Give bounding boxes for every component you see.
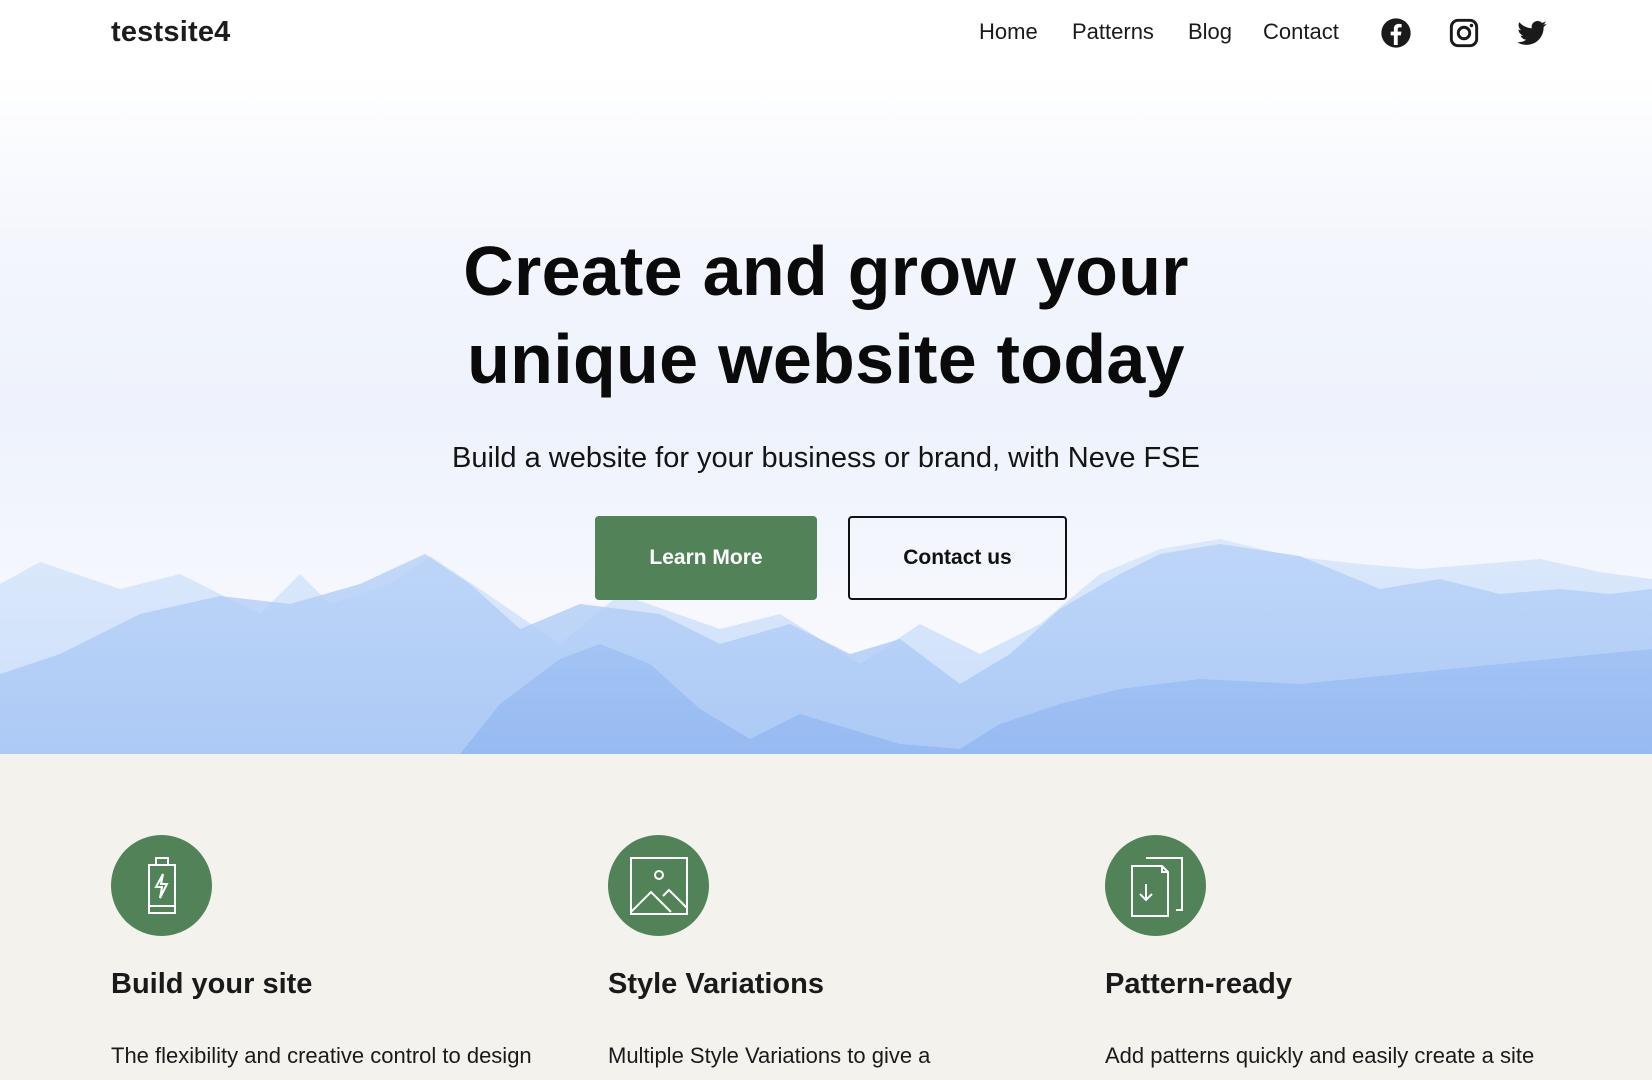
twitter-icon[interactable]	[1515, 16, 1549, 50]
feature-card: Style Variations Multiple Style Variatio…	[608, 754, 1068, 1080]
contact-us-button[interactable]: Contact us	[848, 516, 1067, 600]
features-section: Build your site The flexibility and crea…	[0, 754, 1652, 1080]
site-header: testsite4 Home Patterns Blog Contact	[0, 0, 1652, 70]
mountains-illustration	[0, 539, 1652, 754]
nav-patterns[interactable]: Patterns	[1072, 19, 1154, 45]
hero-section: Create and grow your unique website toda…	[0, 70, 1652, 754]
feature-text: Multiple Style Variations to give a	[608, 1043, 931, 1068]
nav-contact[interactable]: Contact	[1263, 19, 1339, 45]
feature-text: Add patterns quickly and easily create a…	[1105, 1043, 1535, 1068]
instagram-icon[interactable]	[1447, 16, 1481, 50]
feature-title: Pattern-ready	[1105, 968, 1292, 1000]
site-logo[interactable]: testsite4	[111, 16, 230, 49]
documents-download-icon	[1105, 835, 1206, 936]
battery-charging-icon	[111, 835, 212, 936]
hero-title-line-2: unique website today	[467, 320, 1185, 398]
learn-more-button[interactable]: Learn More	[595, 516, 817, 600]
hero-title-line-1: Create and grow your	[463, 232, 1189, 310]
nav-blog[interactable]: Blog	[1188, 19, 1232, 45]
facebook-icon[interactable]	[1379, 16, 1413, 50]
feature-title: Build your site	[111, 968, 313, 1000]
feature-card: Build your site The flexibility and crea…	[111, 754, 571, 1080]
nav-home[interactable]: Home	[979, 19, 1038, 45]
image-icon	[608, 835, 709, 936]
hero-title: Create and grow your unique website toda…	[0, 227, 1652, 403]
feature-card: Pattern-ready Add patterns quickly and e…	[1105, 754, 1565, 1080]
hero-subtitle: Build a website for your business or bra…	[452, 442, 1200, 474]
feature-title: Style Variations	[608, 968, 824, 1000]
feature-text: The flexibility and creative control to …	[111, 1043, 532, 1068]
